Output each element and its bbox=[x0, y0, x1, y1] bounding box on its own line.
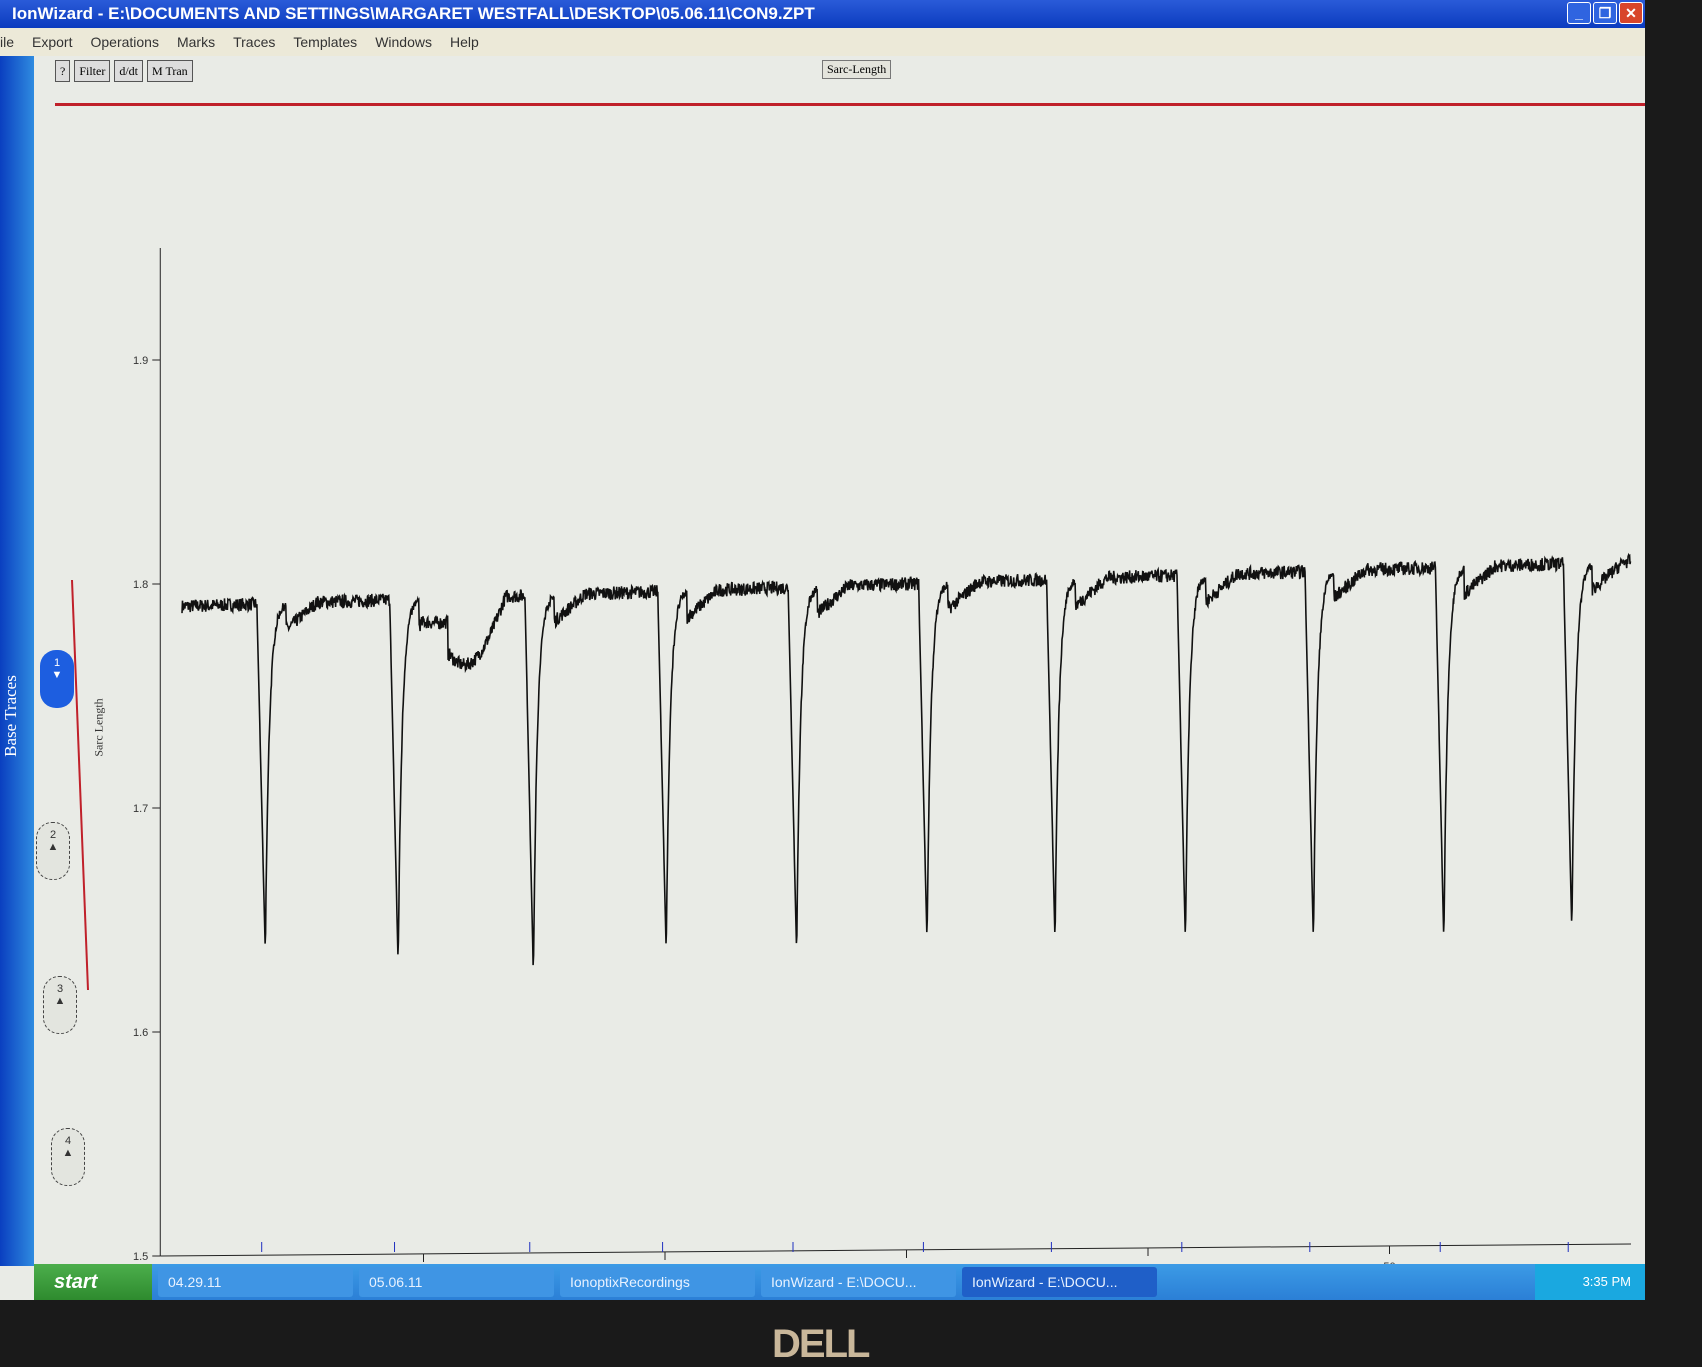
y-tick-label: 1.9 bbox=[133, 355, 148, 367]
clock: 3:35 PM bbox=[1582, 1274, 1631, 1289]
y-tick-label: 1.7 bbox=[133, 803, 148, 815]
task-folder-recordings[interactable]: IonoptixRecordings bbox=[560, 1267, 755, 1297]
monitor-logo: DELL bbox=[772, 1322, 870, 1366]
task-ionwizard-1[interactable]: IonWizard - E:\DOCU... bbox=[761, 1267, 956, 1297]
start-button[interactable]: start bbox=[34, 1264, 152, 1300]
y-tick-label: 1.6 bbox=[133, 1027, 148, 1039]
system-tray: 3:35 PM bbox=[1535, 1264, 1645, 1300]
task-folder-0506[interactable]: 05.06.11 bbox=[359, 1267, 554, 1297]
task-ionwizard-2[interactable]: IonWizard - E:\DOCU... bbox=[962, 1267, 1157, 1297]
trace-chart: 1.51.61.71.81.91020304050 s bbox=[71, 248, 1632, 1264]
range-bar bbox=[71, 579, 89, 991]
taskbar: start 04.29.11 05.06.11 IonoptixRecordin… bbox=[34, 1264, 1645, 1300]
y-tick-label: 1.5 bbox=[133, 1251, 148, 1263]
task-folder-0429[interactable]: 04.29.11 bbox=[158, 1267, 353, 1297]
x-axis bbox=[160, 1243, 1632, 1257]
desktop-screen: IonWizard - E:\DOCUMENTS AND SETTINGS\MA… bbox=[0, 0, 1645, 1300]
y-tick-label: 1.8 bbox=[133, 579, 148, 591]
sarcomere-length-trace bbox=[181, 552, 1632, 966]
